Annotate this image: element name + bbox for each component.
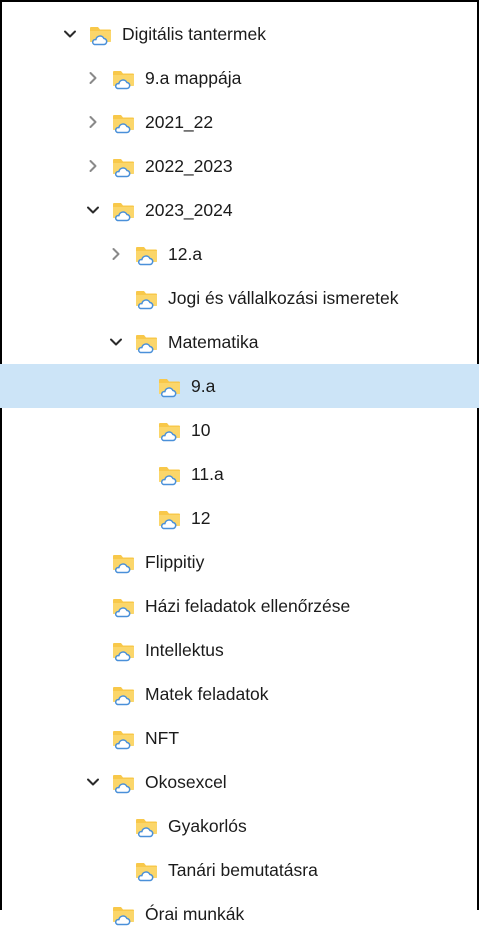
tree-item-12[interactable]: 12 (0, 496, 479, 540)
tree-item-label: 12.a (168, 243, 203, 264)
tree-item-11-a[interactable]: 11.a (0, 452, 479, 496)
tree-item-flippitiy[interactable]: Flippitiy (0, 540, 479, 584)
tree-item-label: Matematika (168, 331, 259, 352)
cloud-folder-icon (111, 66, 137, 90)
tree-item-label: Okosexcel (145, 771, 227, 792)
tree-item-hazi-feladatok-ellenorzese[interactable]: Házi feladatok ellenőrzése (0, 584, 479, 628)
tree-item-label: 12 (191, 507, 211, 528)
tree-item-label: 2022_2023 (145, 155, 233, 176)
chevron-right-icon[interactable] (85, 70, 101, 86)
cloud-folder-icon (111, 110, 137, 134)
tree-item-label: 2021_22 (145, 111, 214, 132)
tree-item-nft[interactable]: NFT (0, 716, 479, 760)
chevron-down-icon[interactable] (85, 202, 101, 218)
tree-item-label: Házi feladatok ellenőrzése (145, 595, 351, 616)
tree-item-label: 2023_2024 (145, 199, 233, 220)
cloud-folder-icon (134, 330, 160, 354)
cloud-folder-icon (134, 286, 160, 310)
chevron-down-icon[interactable] (62, 26, 78, 42)
tree-item-intellektus[interactable]: Intellektus (0, 628, 479, 672)
tree-item-2023-2024[interactable]: 2023_2024 (0, 188, 479, 232)
cloud-folder-icon (134, 814, 160, 838)
tree-item-gyakorlos[interactable]: Gyakorlós (0, 804, 479, 848)
tree-item-label: Intellektus (145, 639, 224, 660)
tree-item-matek-feladatok[interactable]: Matek feladatok (0, 672, 479, 716)
cloud-folder-icon (111, 594, 137, 618)
tree-item-label: 10 (191, 419, 211, 440)
chevron-right-icon[interactable] (108, 246, 124, 262)
tree-item-label: 11.a (191, 463, 224, 484)
tree-item-10[interactable]: 10 (0, 408, 479, 452)
tree-item-jogi-es-vallalkozasi-ismeretek[interactable]: Jogi és vállalkozási ismeretek (0, 276, 479, 320)
chevron-down-icon[interactable] (108, 334, 124, 350)
tree-item-digitalis-tantermek[interactable]: Digitális tantermek (0, 12, 479, 56)
tree-item-label: Flippitiy (145, 551, 205, 572)
tree-item-okosexcel[interactable]: Okosexcel (0, 760, 479, 804)
chevron-down-icon[interactable] (85, 774, 101, 790)
cloud-folder-icon (134, 858, 160, 882)
tree-item-label: Gyakorlós (168, 815, 247, 836)
tree-item-9-a-mappaja[interactable]: 9.a mappája (0, 56, 479, 100)
cloud-folder-icon (134, 242, 160, 266)
cloud-folder-icon (111, 682, 137, 706)
tree-item-label: Órai munkák (145, 903, 245, 924)
tree-item-orai-munkak[interactable]: Órai munkák (0, 892, 479, 936)
tree-item-12-a[interactable]: 12.a (0, 232, 479, 276)
tree-item-label: Tanári bemutatásra (168, 859, 318, 880)
tree-item-2021-22[interactable]: 2021_22 (0, 100, 479, 144)
cloud-folder-icon (157, 506, 183, 530)
tree-item-label: Jogi és vállalkozási ismeretek (168, 287, 399, 308)
cloud-folder-icon (157, 462, 183, 486)
tree-item-2022-2023[interactable]: 2022_2023 (0, 144, 479, 188)
tree-item-tanari-bemutatasra[interactable]: Tanári bemutatásra (0, 848, 479, 892)
cloud-folder-icon (111, 770, 137, 794)
cloud-folder-icon (157, 374, 183, 398)
cloud-folder-icon (111, 638, 137, 662)
cloud-folder-icon (157, 418, 183, 442)
tree-item-label: 9.a mappája (145, 67, 242, 88)
tree-item-label: 9.a (191, 375, 216, 396)
cloud-folder-icon (111, 154, 137, 178)
tree-item-9-a[interactable]: 9.a (0, 364, 479, 408)
cloud-folder-icon (111, 726, 137, 750)
cloud-folder-icon (88, 22, 114, 46)
tree-item-matematika[interactable]: Matematika (0, 320, 479, 364)
tree-item-label: Matek feladatok (145, 683, 269, 704)
tree-item-label: Digitális tantermek (122, 23, 266, 44)
folder-tree: Digitális tantermek 9.a mappája 2021_22 202… (0, 12, 479, 936)
cloud-folder-icon (111, 550, 137, 574)
cloud-folder-icon (111, 902, 137, 926)
chevron-right-icon[interactable] (85, 158, 101, 174)
cloud-folder-icon (111, 198, 137, 222)
chevron-right-icon[interactable] (85, 114, 101, 130)
tree-item-label: NFT (145, 727, 180, 748)
